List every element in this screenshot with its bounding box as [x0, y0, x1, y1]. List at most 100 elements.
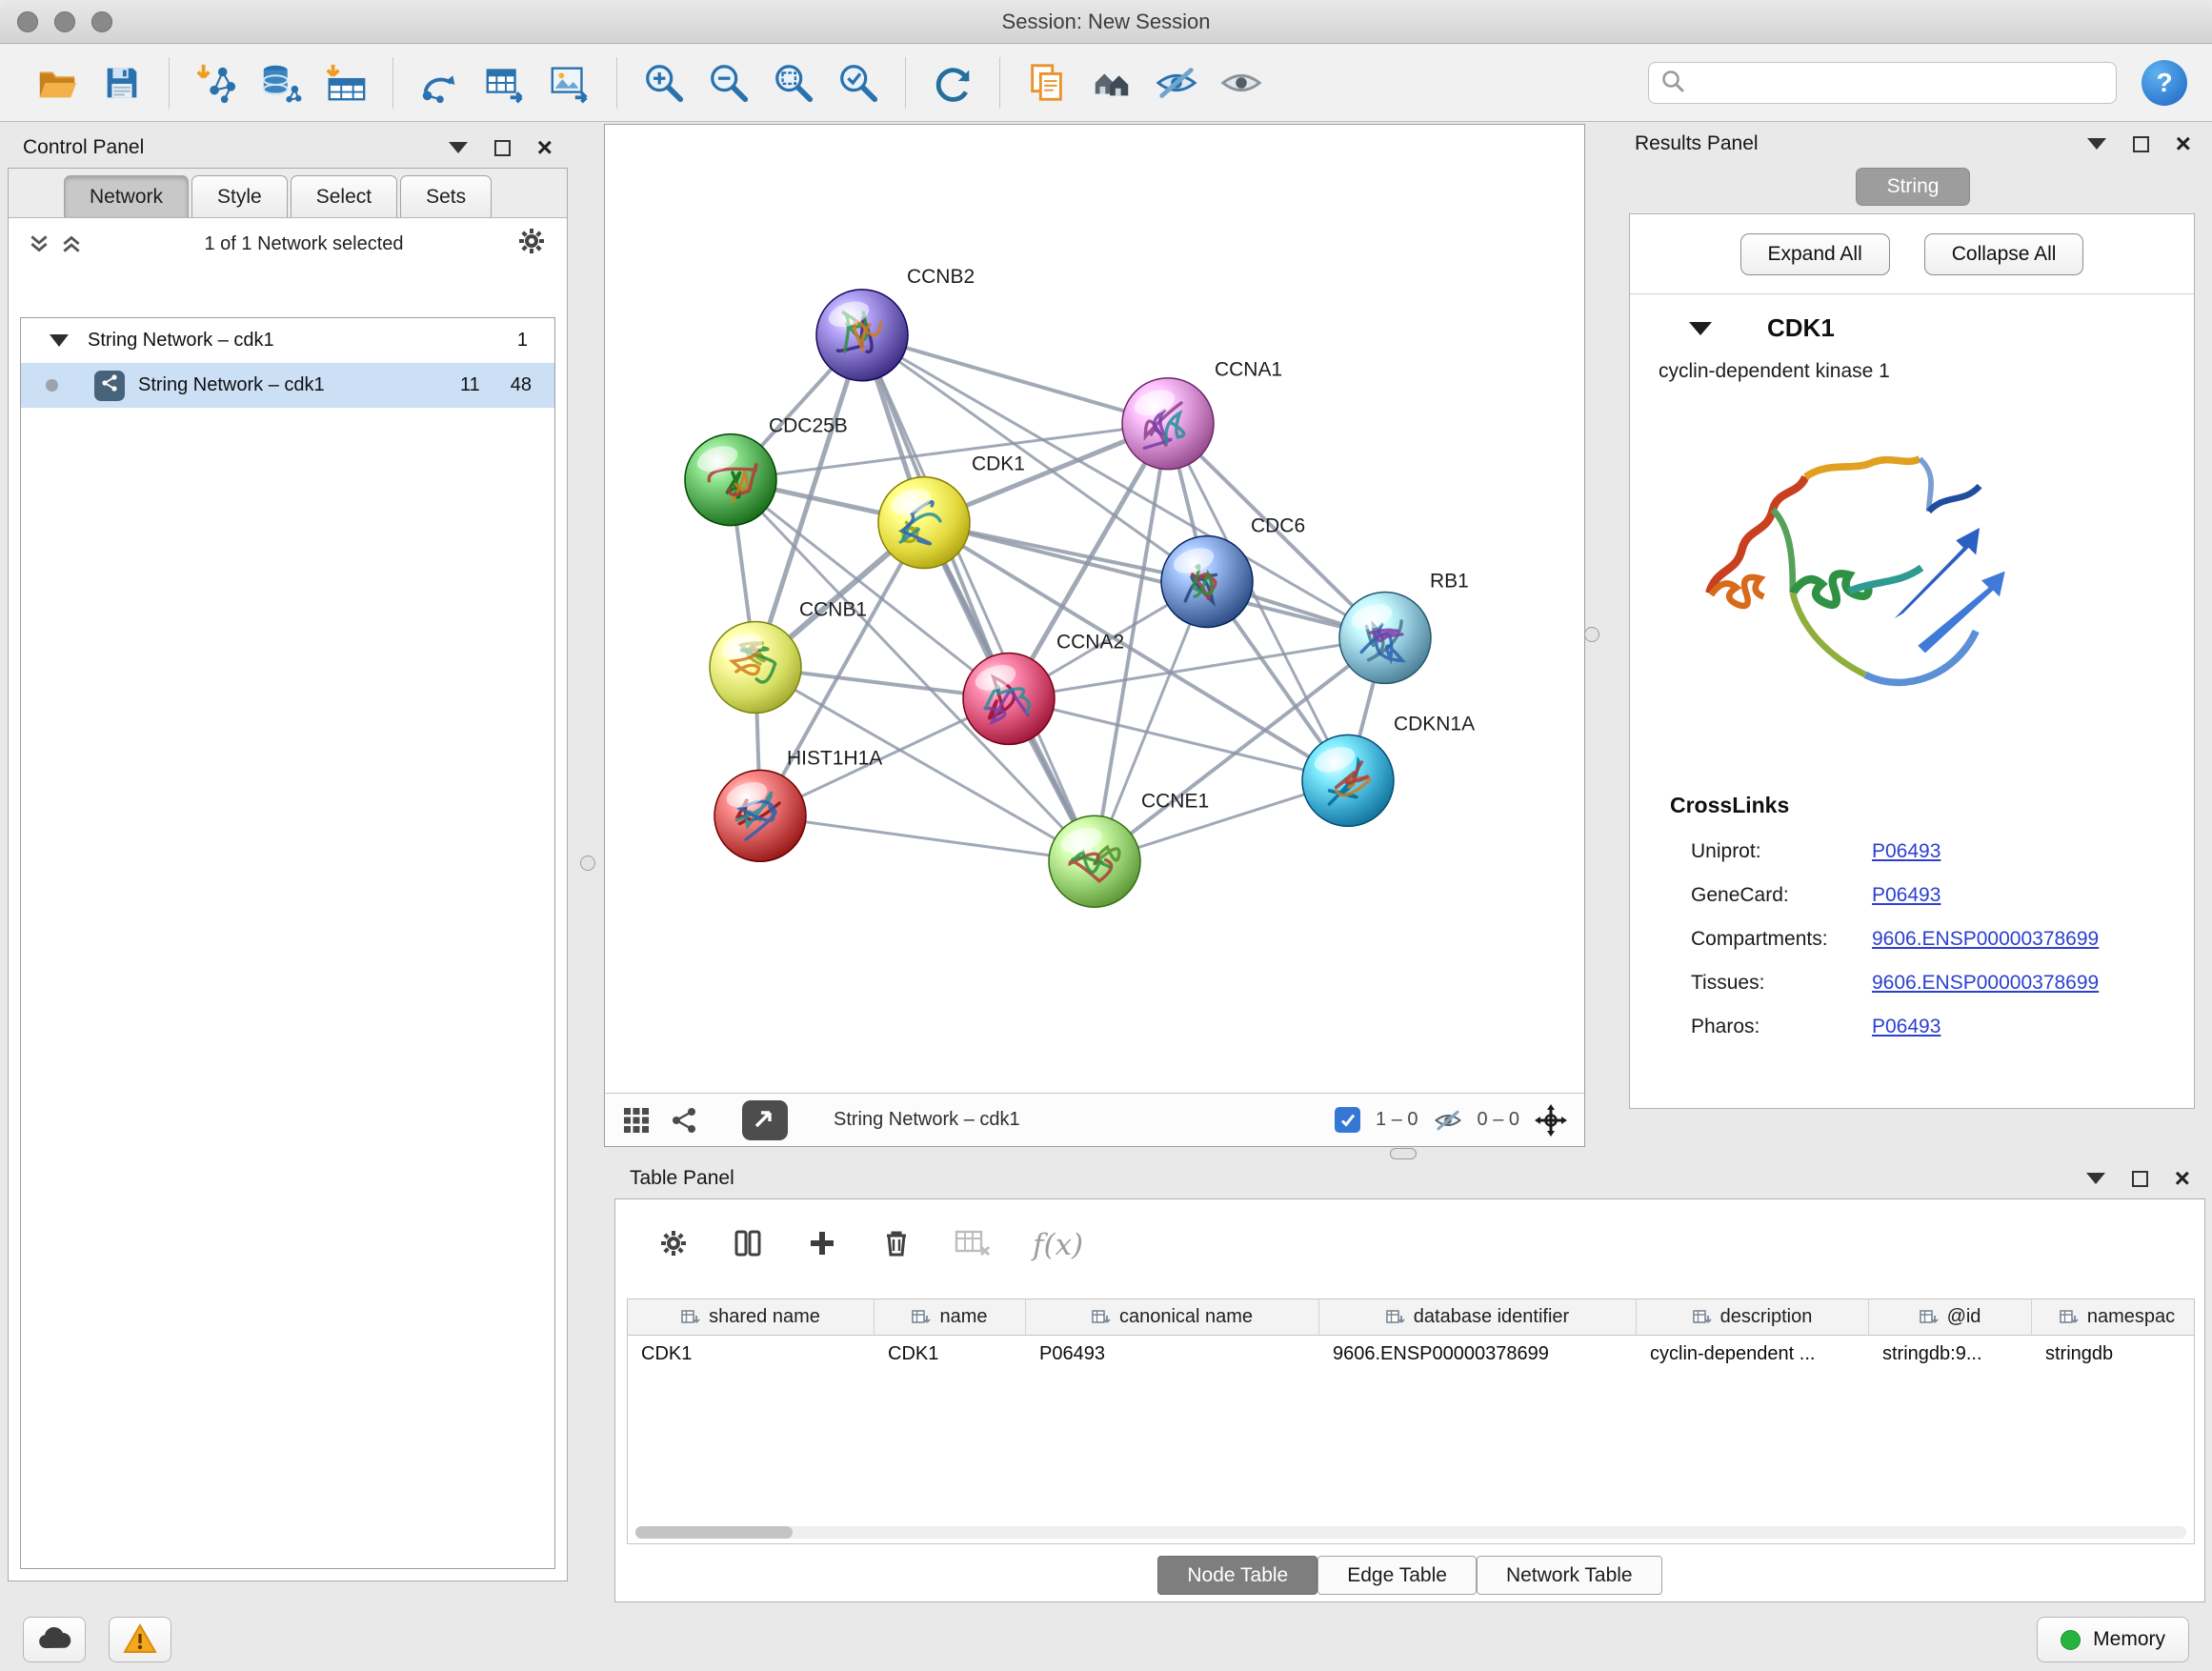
zoom-in-button[interactable]: [636, 54, 692, 111]
column-header-name[interactable]: name: [875, 1299, 1026, 1335]
table-horizontal-scrollbar[interactable]: [635, 1526, 2186, 1539]
column-header-namespac[interactable]: namespac: [2032, 1299, 2195, 1335]
scrollbar-thumb[interactable]: [635, 1526, 793, 1539]
tab-node-table[interactable]: Node Table: [1157, 1556, 1317, 1595]
network-node-CCNA1[interactable]: CCNA1: [1122, 359, 1282, 470]
show-graphics-details-button[interactable]: [1214, 54, 1269, 111]
warnings-button[interactable]: [109, 1617, 171, 1662]
tab-network-table[interactable]: Network Table: [1477, 1556, 1662, 1595]
collapse-all-button[interactable]: Collapse All: [1924, 233, 2084, 275]
tab-select[interactable]: Select: [291, 175, 397, 217]
cell[interactable]: stringdb: [2032, 1336, 2195, 1375]
birdseye-view-icon[interactable]: [622, 1106, 651, 1135]
collection-disclosure-icon[interactable]: [50, 334, 69, 347]
cell[interactable]: CDK1: [628, 1336, 875, 1375]
tab-style[interactable]: Style: [191, 175, 288, 217]
network-node-CDKN1A[interactable]: CDKN1A: [1302, 713, 1475, 826]
duplicate-page-button[interactable]: [1019, 54, 1075, 111]
cell[interactable]: P06493: [1026, 1336, 1319, 1375]
column-header-shared-name[interactable]: shared name: [628, 1299, 875, 1335]
import-network-from-database-button[interactable]: [253, 54, 309, 111]
export-image-button[interactable]: [542, 54, 597, 111]
network-node-CDC25B[interactable]: CDC25B: [685, 415, 848, 526]
vertical-splitter-handle[interactable]: [1584, 627, 1599, 642]
network-node-HIST1H1A[interactable]: HIST1H1A: [714, 747, 882, 861]
close-window-button[interactable]: [17, 11, 38, 32]
hide-selected-button[interactable]: [1149, 54, 1204, 111]
zoom-fit-content-button[interactable]: [766, 54, 821, 111]
column-header-database-identifier[interactable]: database identifier: [1319, 1299, 1637, 1335]
maximize-window-button[interactable]: [91, 11, 112, 32]
network-node-CCNB2[interactable]: CCNB2: [816, 266, 975, 381]
tab-network[interactable]: Network: [64, 175, 189, 217]
table-settings-button[interactable]: [657, 1227, 690, 1264]
network-options-gear-icon[interactable]: [515, 225, 548, 263]
table-panel-close-icon[interactable]: ×: [2175, 1165, 2190, 1192]
add-column-button[interactable]: [806, 1227, 838, 1264]
network-node-RB1[interactable]: RB1: [1339, 571, 1469, 684]
edge-CCNB2-CCNE1[interactable]: [862, 335, 1095, 861]
column-header--id[interactable]: @id: [1869, 1299, 2032, 1335]
import-table-from-file-button[interactable]: [318, 54, 373, 111]
network-node-CDK1[interactable]: CDK1: [878, 453, 1025, 569]
cloud-status-button[interactable]: [23, 1617, 86, 1662]
crosslink-value-link[interactable]: P06493: [1872, 840, 1941, 863]
network-node-CDC6[interactable]: CDC6: [1161, 515, 1305, 628]
network-collection-row[interactable]: String Network – cdk1 1: [21, 318, 554, 363]
cell[interactable]: 9606.ENSP00000378699: [1319, 1336, 1637, 1375]
cell[interactable]: CDK1: [875, 1336, 1026, 1375]
tab-string[interactable]: String: [1856, 168, 1971, 206]
open-session-button[interactable]: [30, 54, 85, 111]
edge-CDK1-RB1[interactable]: [924, 523, 1385, 638]
save-session-button[interactable]: [94, 54, 150, 111]
cell[interactable]: stringdb:9...: [1869, 1336, 2032, 1375]
column-header-canonical-name[interactable]: canonical name: [1026, 1299, 1319, 1335]
detach-view-button[interactable]: [742, 1100, 788, 1140]
table-row[interactable]: CDK1CDK1P064939606.ENSP00000378699cyclin…: [628, 1336, 2194, 1375]
column-header-description[interactable]: description: [1637, 1299, 1869, 1335]
vertical-splitter-handle[interactable]: [580, 856, 595, 871]
zoom-selected-button[interactable]: [831, 54, 886, 111]
minimize-window-button[interactable]: [54, 11, 75, 32]
crosslink-value-link[interactable]: P06493: [1872, 884, 1941, 907]
edge-CCNB2-CCNA1[interactable]: [862, 335, 1168, 424]
help-button[interactable]: ?: [2142, 60, 2187, 106]
expand-all-button[interactable]: Expand All: [1740, 233, 1890, 275]
network-row[interactable]: String Network – cdk1 11 48: [21, 363, 554, 408]
crosslink-value-link[interactable]: P06493: [1872, 1016, 1941, 1038]
edge-HIST1H1A-CCNE1[interactable]: [760, 815, 1095, 861]
network-node-CCNE1[interactable]: CCNE1: [1049, 790, 1209, 907]
delete-column-button[interactable]: [880, 1227, 913, 1264]
results-panel-close-icon[interactable]: ×: [2176, 131, 2191, 157]
crosslink-value-link[interactable]: 9606.ENSP00000378699: [1872, 972, 2099, 995]
network-node-CCNB1[interactable]: CCNB1: [710, 599, 867, 714]
first-neighbors-button[interactable]: [1084, 54, 1139, 111]
show-columns-button[interactable]: [732, 1227, 764, 1264]
function-builder-button[interactable]: f(x): [1033, 1228, 1083, 1262]
fit-selected-icon[interactable]: [1535, 1104, 1567, 1137]
tab-edge-table[interactable]: Edge Table: [1317, 1556, 1477, 1595]
crosslink-value-link[interactable]: 9606.ENSP00000378699: [1872, 928, 2099, 951]
export-table-button[interactable]: [477, 54, 533, 111]
expand-all-networks-icon[interactable]: [28, 232, 50, 255]
results-panel-menu-icon[interactable]: [2087, 138, 2106, 150]
cell[interactable]: cyclin-dependent ...: [1637, 1336, 1869, 1375]
horizontal-splitter-handle[interactable]: [1390, 1148, 1417, 1159]
network-overview-icon[interactable]: [670, 1106, 698, 1135]
selected-items-checkbox[interactable]: [1335, 1107, 1360, 1133]
zoom-out-button[interactable]: [701, 54, 756, 111]
table-panel-float-icon[interactable]: [2132, 1171, 2148, 1187]
search-input[interactable]: [1695, 72, 2104, 94]
collapse-all-networks-icon[interactable]: [60, 232, 83, 255]
memory-button[interactable]: Memory: [2037, 1617, 2189, 1662]
table-panel-menu-icon[interactable]: [2086, 1173, 2105, 1184]
import-network-from-file-button[interactable]: [189, 54, 244, 111]
control-panel-menu-icon[interactable]: [449, 142, 468, 153]
control-panel-float-icon[interactable]: [494, 140, 511, 156]
hidden-items-icon[interactable]: [1434, 1106, 1462, 1135]
search-box[interactable]: [1648, 62, 2117, 104]
results-panel-float-icon[interactable]: [2133, 136, 2149, 152]
network-canvas[interactable]: CCNB2CCNA1CDC25BCDK1CDC6RB1CCNB1CCNA2CDK…: [605, 125, 1584, 1093]
export-network-button[interactable]: [412, 54, 468, 111]
delete-table-button[interactable]: [955, 1228, 991, 1263]
